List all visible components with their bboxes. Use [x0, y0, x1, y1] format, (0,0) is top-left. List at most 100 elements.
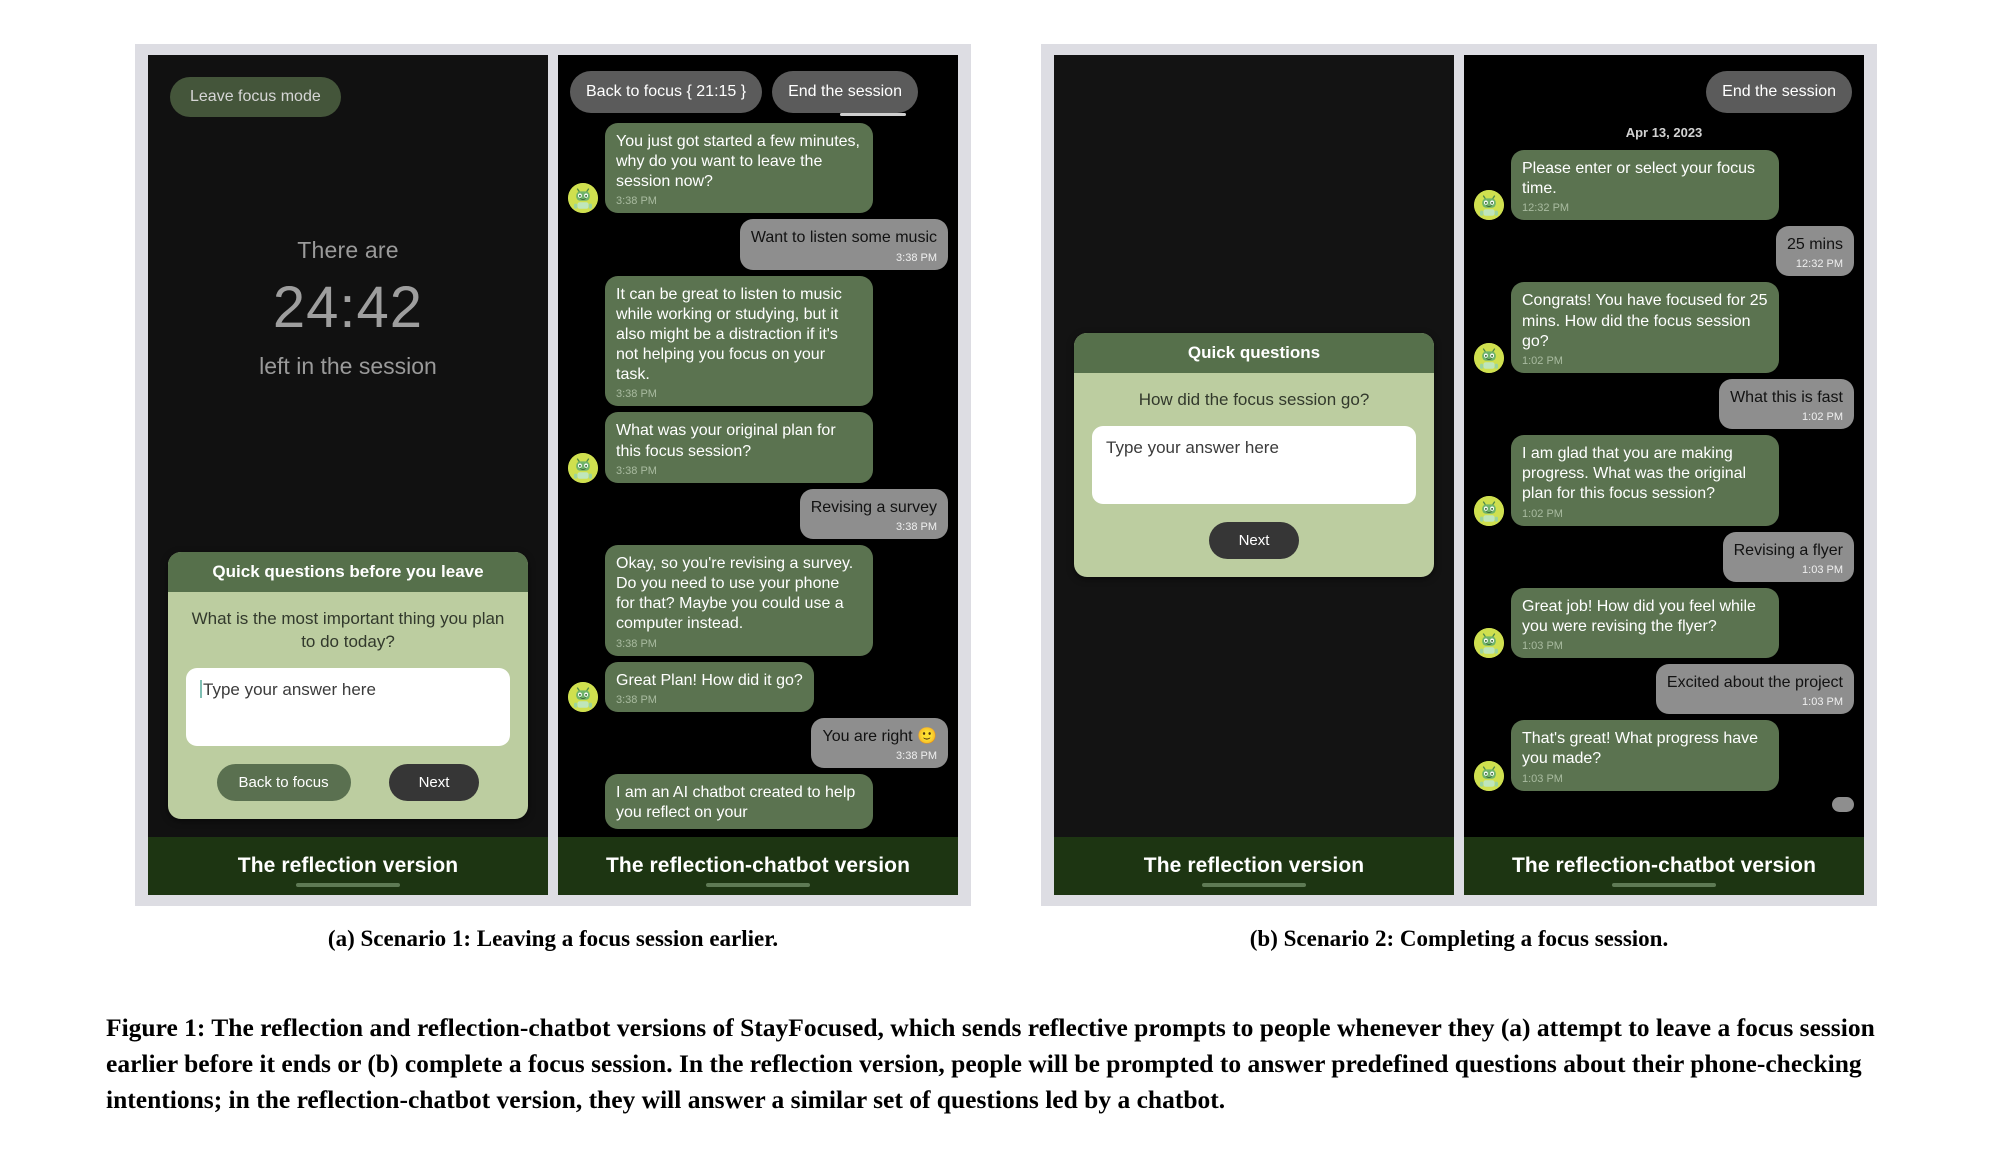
chatbot-avatar-icon — [1474, 190, 1504, 221]
bot-message-bubble[interactable]: Great Plan! How did it go? 3:38 PM — [605, 661, 814, 712]
chat-message-row: It can be great to listen to music while… — [568, 275, 948, 407]
user-message-bubble[interactable]: Excited about the project 1:03 PM — [1655, 664, 1854, 715]
subfigure-a: Leave focus mode There are 24:42 left in… — [135, 44, 971, 952]
phone-b-reflection-footer: The reflection version — [1054, 837, 1454, 895]
chatbot-avatar — [1474, 628, 1504, 659]
user-message-bubble[interactable]: 25 mins 12:32 PM — [1775, 226, 1854, 277]
answer-input-placeholder: Type your answer here — [1106, 437, 1279, 457]
chat-message-list-a[interactable]: You just got started a few minutes, why … — [558, 117, 958, 837]
message-timestamp: 1:02 PM — [1802, 411, 1843, 424]
user-message-bubble[interactable]: You are right 🙂 3:38 PM — [811, 717, 948, 768]
chat-message-row: Great job! How did you feel while you we… — [1474, 587, 1854, 659]
subfigure-b-caption: (b) Scenario 2: Completing a focus sessi… — [1249, 926, 1669, 951]
chat-message-row: Want to listen some music 3:38 PM — [568, 219, 948, 270]
user-message-bubble[interactable] — [1832, 796, 1854, 812]
chat-message-row: Okay, so you're revising a survey. Do yo… — [568, 544, 948, 656]
phone-a-reflection-screen: Leave focus mode There are 24:42 left in… — [148, 55, 548, 837]
message-timestamp: 3:38 PM — [616, 195, 657, 208]
home-indicator — [296, 883, 400, 887]
bot-message-bubble[interactable]: That's great! What progress have you mad… — [1511, 720, 1779, 791]
chatbot-avatar — [1474, 495, 1504, 526]
chatbot-avatar-icon — [568, 183, 598, 214]
quick-questions-title: Quick questions — [1074, 333, 1434, 373]
bot-message-bubble[interactable]: It can be great to listen to music while… — [605, 275, 873, 407]
chatbot-avatar-icon — [568, 681, 598, 712]
bot-message-bubble[interactable]: You just got started a few minutes, why … — [605, 123, 873, 214]
message-timestamp: 1:03 PM — [1522, 640, 1563, 653]
timer-prefix-label: There are — [297, 237, 399, 263]
message-text: Please enter or select your focus time. — [1522, 160, 1756, 198]
timer-value: 24:42 — [272, 275, 424, 340]
next-button[interactable]: Next — [388, 764, 480, 801]
chatbot-avatar — [568, 681, 598, 712]
chat-message-list-b[interactable]: Apr 13, 2023 Please enter or select your … — [1464, 117, 1864, 837]
end-session-chip[interactable]: End the session — [772, 71, 918, 113]
chat-message-row: You are right 🙂 3:38 PM — [568, 717, 948, 768]
bot-message-bubble[interactable]: I am glad that you are making progress. … — [1511, 435, 1779, 526]
drag-handle[interactable] — [840, 113, 906, 116]
avatar-spacer — [568, 376, 598, 406]
message-timestamp: 3:38 PM — [616, 637, 657, 650]
quick-questions-title: Quick questions before you leave — [168, 552, 528, 593]
session-timer: There are 24:42 left in the session — [148, 237, 548, 380]
end-session-chip[interactable]: End the session — [1706, 71, 1852, 113]
bot-message-bubble[interactable]: Congrats! You have focused for 25 mins. … — [1511, 282, 1779, 373]
next-button[interactable]: Next — [1208, 521, 1300, 559]
chatbot-avatar-icon — [1474, 495, 1504, 526]
message-timestamp: 3:38 PM — [616, 693, 657, 706]
message-text: It can be great to listen to music while… — [616, 285, 842, 384]
message-text: Excited about the project — [1666, 674, 1843, 692]
chat-message-row: I am glad that you are making progress. … — [1474, 435, 1854, 526]
message-timestamp: 3:38 PM — [616, 464, 657, 477]
chatbot-avatar — [568, 183, 598, 214]
back-to-focus-chip[interactable]: Back to focus { 21:15 } — [570, 71, 763, 113]
user-message-bubble[interactable]: Revising a survey 3:38 PM — [799, 488, 948, 539]
version-label: The reflection version — [1143, 854, 1365, 877]
bot-message-bubble[interactable]: Okay, so you're revising a survey. Do yo… — [605, 544, 873, 656]
chat-message-row: I am an AI chatbot created to help you r… — [568, 773, 948, 830]
phone-a-reflection-footer: The reflection version — [148, 837, 548, 895]
message-timestamp: 12:32 PM — [1522, 202, 1570, 215]
chatbot-avatar — [568, 452, 598, 483]
chat-date-stamp: Apr 13, 2023 — [1625, 125, 1703, 140]
message-timestamp: 1:02 PM — [1522, 354, 1563, 367]
user-message-bubble[interactable]: What this is fast 1:02 PM — [1719, 378, 1854, 430]
message-text: You just got started a few minutes, why … — [616, 133, 860, 191]
phone-b-chatbot-screen: End the session Apr 13, 2023 Please enter… — [1464, 55, 1864, 837]
phone-a-chatbot-screen: Back to focus { 21:15 } End the session … — [558, 55, 958, 837]
version-label: The reflection-chatbot version — [605, 854, 911, 877]
bot-message-bubble[interactable]: I am an AI chatbot created to help you r… — [605, 773, 873, 830]
bot-message-bubble[interactable]: Please enter or select your focus time. 1… — [1511, 150, 1779, 221]
phone-pair-a: Leave focus mode There are 24:42 left in… — [135, 44, 971, 906]
quick-questions-card-b: Quick questions How did the focus sessio… — [1074, 333, 1434, 577]
back-to-focus-button[interactable]: Back to focus — [216, 764, 351, 801]
quick-questions-actions: Next — [1074, 504, 1434, 577]
chat-message-row: 25 mins 12:32 PM — [1474, 226, 1854, 277]
figure-caption: Figure 1: The reflection and reflection-… — [106, 1013, 1875, 1115]
answer-input[interactable]: Type your answer here — [1092, 425, 1416, 504]
message-text: What was your original plan for this foc… — [616, 422, 836, 460]
bot-message-bubble[interactable]: Great job! How did you feel while you we… — [1511, 587, 1779, 659]
avatar-spacer — [568, 626, 598, 656]
subfigure-b: Quick questions How did the focus sessio… — [1041, 44, 1877, 952]
text-caret — [200, 680, 202, 698]
chat-message-row: Great Plan! How did it go? 3:38 PM — [568, 661, 948, 712]
leave-focus-mode-button[interactable]: Leave focus mode — [170, 77, 341, 117]
quick-questions-prompt: What is the most important thing you pla… — [191, 609, 505, 652]
phone-b-chatbot-footer: The reflection-chatbot version — [1464, 837, 1864, 895]
home-indicator — [1202, 883, 1306, 887]
phone-b-reflection: Quick questions How did the focus sessio… — [1054, 55, 1454, 895]
chat-message-row: That's great! What progress have you mad… — [1474, 720, 1854, 791]
message-timestamp: 1:03 PM — [1802, 563, 1843, 576]
answer-input[interactable]: Type your answer here — [186, 668, 510, 746]
message-text: 25 mins — [1786, 236, 1843, 254]
chat-message-row: Congrats! You have focused for 25 mins. … — [1474, 282, 1854, 373]
message-timestamp: 1:03 PM — [1522, 772, 1563, 785]
user-message-bubble[interactable]: Revising a flyer 1:03 PM — [1722, 531, 1854, 582]
user-message-bubble[interactable]: Want to listen some music 3:38 PM — [739, 219, 948, 270]
timer-suffix-label: left in the session — [259, 353, 437, 379]
message-timestamp: 3:38 PM — [896, 251, 937, 264]
message-timestamp: 3:38 PM — [616, 388, 657, 401]
bot-message-bubble[interactable]: What was your original plan for this foc… — [605, 412, 873, 483]
message-timestamp: 1:03 PM — [1802, 696, 1843, 709]
